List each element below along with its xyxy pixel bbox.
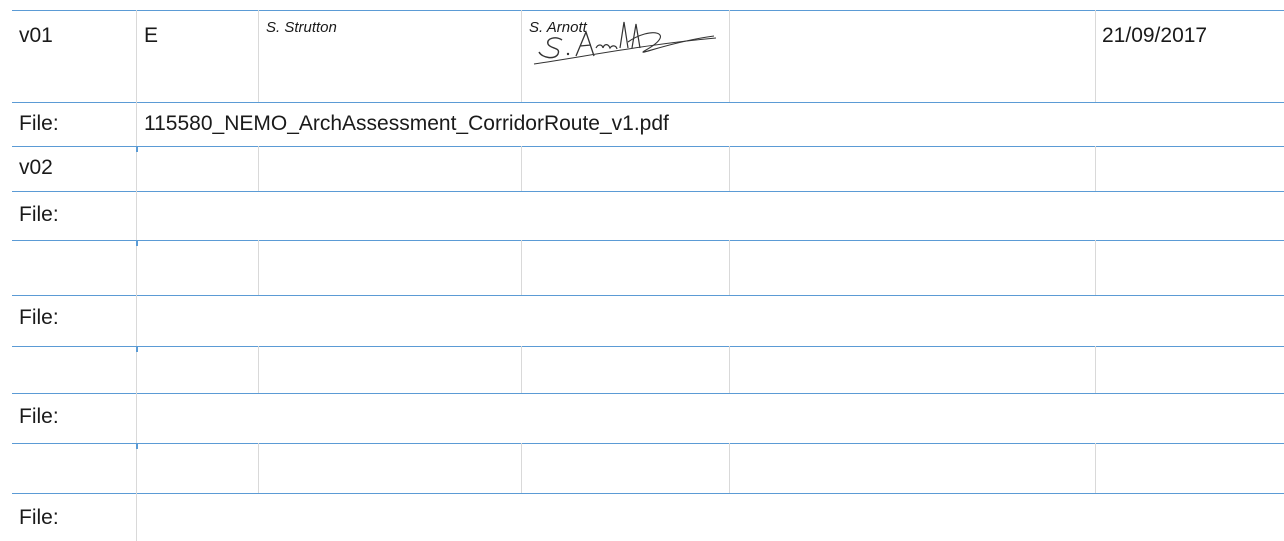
row-tick <box>136 240 138 246</box>
column-divider <box>1095 240 1096 295</box>
file-label: File: <box>19 112 59 135</box>
signature-image <box>533 21 717 65</box>
column-divider <box>258 443 259 493</box>
date-cell: 21/09/2017 <box>1102 24 1208 47</box>
row-tick <box>136 346 138 352</box>
file-label: File: <box>19 506 59 529</box>
row-rule <box>12 146 1284 147</box>
file-label: File: <box>19 405 59 428</box>
column-divider <box>729 10 730 102</box>
column-divider <box>729 443 730 493</box>
column-divider <box>521 146 522 191</box>
column-divider <box>521 443 522 493</box>
column-divider <box>258 146 259 191</box>
file-label: File: <box>19 203 59 226</box>
row-rule <box>12 493 1284 494</box>
column-divider <box>729 346 730 393</box>
row-rule <box>12 443 1284 444</box>
column-divider <box>1095 346 1096 393</box>
column-divider <box>521 240 522 295</box>
column-divider <box>258 346 259 393</box>
column-divider <box>729 240 730 295</box>
row-tick <box>136 146 138 152</box>
column-divider <box>521 346 522 393</box>
column-divider <box>521 10 522 102</box>
status-cell: E <box>144 24 159 47</box>
column-divider <box>729 146 730 191</box>
column-divider <box>258 240 259 295</box>
row-rule <box>12 240 1284 241</box>
version-cell: v01 <box>19 24 53 47</box>
document-control-table: v01 E S. Strutton S. Arnott 21/09/2017 F… <box>0 0 1284 541</box>
column-divider <box>136 10 137 541</box>
prepared-by-cell: S. Strutton <box>266 19 337 36</box>
row-rule <box>12 10 1284 11</box>
column-divider <box>1095 443 1096 493</box>
row-rule <box>12 191 1284 192</box>
row-rule <box>12 295 1284 296</box>
row-rule <box>12 346 1284 347</box>
column-divider <box>1095 146 1096 191</box>
row-rule <box>12 393 1284 394</box>
column-divider <box>258 10 259 102</box>
column-divider <box>1095 10 1096 102</box>
row-rule <box>12 102 1284 103</box>
row-tick <box>136 443 138 449</box>
file-name: 115580_NEMO_ArchAssessment_CorridorRoute… <box>144 112 669 135</box>
file-label: File: <box>19 306 59 329</box>
version-cell: v02 <box>19 156 53 179</box>
